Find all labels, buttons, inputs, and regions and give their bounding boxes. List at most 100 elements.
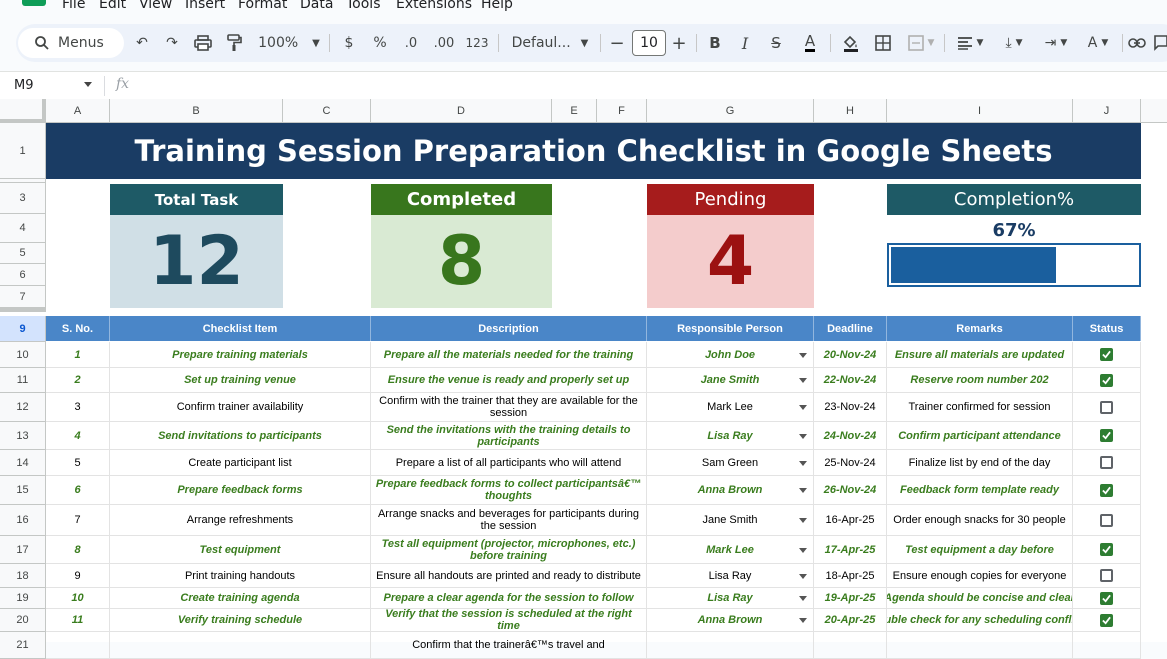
status-checkbox[interactable] xyxy=(1073,368,1141,393)
horizontal-align-icon[interactable]: ▼ xyxy=(952,24,988,62)
responsible-person-dropdown[interactable]: Jane Smith xyxy=(647,368,814,393)
status-checkbox[interactable] xyxy=(1073,476,1141,505)
decrease-decimal-button[interactable]: .0 xyxy=(400,24,422,62)
row-header[interactable]: 3 xyxy=(0,183,46,214)
column-header-i[interactable]: I xyxy=(887,99,1073,123)
row-header[interactable]: 18 xyxy=(0,564,46,588)
responsible-person-dropdown[interactable]: Anna Brown xyxy=(647,609,814,632)
dropdown-arrow-icon[interactable] xyxy=(799,488,807,493)
responsible-person-dropdown[interactable]: Jane Smith xyxy=(647,505,814,536)
menu-help[interactable]: Help xyxy=(481,0,513,12)
merge-cells-icon[interactable]: ▼ xyxy=(904,24,938,62)
responsible-person-dropdown[interactable]: Lisa Ray xyxy=(647,588,814,609)
row-header[interactable] xyxy=(0,308,46,312)
menu-insert[interactable]: Insert xyxy=(185,0,225,12)
responsible-person-dropdown[interactable]: Sam Green xyxy=(647,450,814,476)
row-header[interactable]: 11 xyxy=(0,368,46,393)
checkbox-checked-icon[interactable] xyxy=(1100,348,1113,361)
formula-input[interactable] xyxy=(140,72,1160,99)
checkbox-checked-icon[interactable] xyxy=(1100,613,1113,627)
text-wrapping-icon[interactable]: ⇥ ▼ xyxy=(1038,24,1074,62)
dropdown-arrow-icon[interactable] xyxy=(799,405,807,410)
sheets-logo-icon[interactable] xyxy=(22,0,46,6)
status-checkbox[interactable] xyxy=(1073,632,1141,659)
column-header-d[interactable]: D xyxy=(371,99,552,123)
link-icon[interactable] xyxy=(1126,24,1148,62)
responsible-person-dropdown[interactable]: John Doe xyxy=(647,342,814,368)
increase-decimal-button[interactable]: .00 xyxy=(430,24,458,62)
column-header-j[interactable]: J xyxy=(1073,99,1141,123)
row-header[interactable]: 7 xyxy=(0,286,46,308)
column-header-h[interactable]: H xyxy=(814,99,887,123)
responsible-person-dropdown[interactable]: Mark Lee xyxy=(647,393,814,422)
row-header[interactable]: 19 xyxy=(0,588,46,609)
checkbox-checked-icon[interactable] xyxy=(1100,429,1113,442)
dropdown-arrow-icon[interactable] xyxy=(799,378,807,383)
row-header[interactable]: 1 xyxy=(0,123,46,179)
responsible-person-dropdown[interactable]: Anna Brown xyxy=(647,476,814,505)
strikethrough-button[interactable]: S xyxy=(766,24,786,62)
bold-button[interactable]: B xyxy=(706,24,724,62)
row-header[interactable]: 15 xyxy=(0,476,46,505)
vertical-align-icon[interactable]: ⤓ ▼ xyxy=(996,24,1032,62)
row-header[interactable]: 6 xyxy=(0,264,46,286)
select-all-corner[interactable] xyxy=(0,99,46,123)
checkbox-checked-icon[interactable] xyxy=(1100,373,1113,387)
more-formats-button[interactable]: 123 xyxy=(464,24,490,62)
dropdown-arrow-icon[interactable] xyxy=(799,618,807,623)
row-header[interactable]: 17 xyxy=(0,536,46,564)
status-checkbox[interactable] xyxy=(1073,450,1141,476)
checkbox-checked-icon[interactable] xyxy=(1100,543,1113,556)
column-header-c[interactable]: C xyxy=(283,99,371,123)
menu-file[interactable]: File xyxy=(62,0,85,12)
status-checkbox[interactable] xyxy=(1073,588,1141,609)
dropdown-arrow-icon[interactable] xyxy=(799,518,807,523)
borders-icon[interactable] xyxy=(872,24,894,62)
dropdown-arrow-icon[interactable] xyxy=(799,460,807,466)
column-header-k[interactable] xyxy=(1141,99,1167,123)
undo-icon[interactable]: ↶ xyxy=(130,24,154,62)
row-header[interactable]: 13 xyxy=(0,422,46,450)
row-header[interactable]: 5 xyxy=(0,243,46,264)
row-header-selected[interactable]: 9 xyxy=(0,316,46,342)
dropdown-arrow-icon[interactable] xyxy=(799,547,807,553)
status-checkbox[interactable] xyxy=(1073,609,1141,632)
checkbox-unchecked-icon[interactable] xyxy=(1100,513,1113,527)
responsible-person-dropdown[interactable] xyxy=(647,632,814,659)
row-header[interactable]: 12 xyxy=(0,393,46,422)
responsible-person-dropdown[interactable]: Lisa Ray xyxy=(647,564,814,588)
search-menus-button[interactable]: Menus xyxy=(18,28,124,58)
status-checkbox[interactable] xyxy=(1073,393,1141,422)
menu-format[interactable]: Format xyxy=(238,0,287,12)
row-header[interactable]: 10 xyxy=(0,342,46,368)
font-size-input[interactable]: 10 xyxy=(632,30,666,56)
dropdown-arrow-icon[interactable] xyxy=(799,573,807,579)
column-header-g[interactable]: G xyxy=(647,99,814,123)
text-color-button[interactable]: A xyxy=(798,24,822,62)
column-header-e[interactable]: E xyxy=(552,99,597,123)
row-header[interactable]: 16 xyxy=(0,505,46,536)
decrease-font-size-button[interactable]: − xyxy=(608,24,626,62)
status-checkbox[interactable] xyxy=(1073,536,1141,564)
paint-format-icon[interactable] xyxy=(222,24,246,62)
italic-button[interactable]: I xyxy=(736,24,754,62)
responsible-person-dropdown[interactable]: Lisa Ray xyxy=(647,422,814,450)
menu-view[interactable]: View xyxy=(139,0,172,12)
menu-extensions[interactable]: Extensions xyxy=(396,0,472,12)
zoom-select[interactable]: 100% ▼ xyxy=(256,24,322,62)
checkbox-checked-icon[interactable] xyxy=(1100,483,1113,497)
menu-edit[interactable]: Edit xyxy=(99,0,126,12)
status-checkbox[interactable] xyxy=(1073,422,1141,450)
checkbox-unchecked-icon[interactable] xyxy=(1100,400,1113,414)
comment-icon[interactable] xyxy=(1154,24,1167,62)
font-select[interactable]: Defaul... ▼ xyxy=(508,24,592,62)
menu-tools[interactable]: Tools xyxy=(346,0,381,12)
row-header[interactable]: 4 xyxy=(0,214,46,243)
row-header[interactable]: 21 xyxy=(0,632,46,659)
checkbox-unchecked-icon[interactable] xyxy=(1100,569,1113,582)
currency-button[interactable]: $ xyxy=(340,24,358,62)
dropdown-arrow-icon[interactable] xyxy=(799,352,807,358)
name-box[interactable]: M9 xyxy=(0,72,104,99)
status-checkbox[interactable] xyxy=(1073,505,1141,536)
dropdown-arrow-icon[interactable] xyxy=(799,433,807,439)
